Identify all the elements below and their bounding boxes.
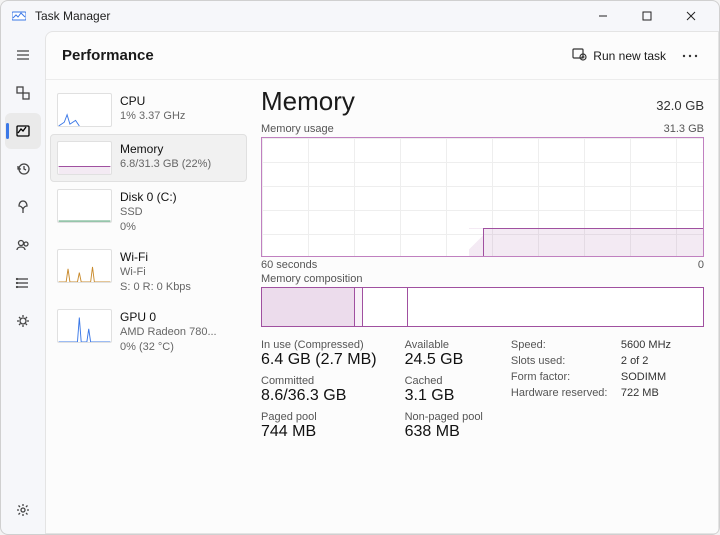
resource-name: Memory (120, 141, 211, 157)
resource-item-disk-0-c-[interactable]: Disk 0 (C:)SSD0% (50, 182, 247, 242)
maximize-button[interactable] (625, 1, 669, 31)
paged-value: 744 MB (261, 423, 377, 441)
resource-name: Disk 0 (C:) (120, 189, 177, 205)
resource-sub1: 6.8/31.3 GB (22%) (120, 157, 211, 172)
resource-meta: GPU 0AMD Radeon 780...0% (32 °C) (120, 309, 217, 355)
window-title: Task Manager (35, 9, 110, 23)
page-header: Performance Run new task (46, 32, 718, 80)
speed-value: 5600 MHz (621, 339, 671, 351)
close-button[interactable] (669, 1, 713, 31)
memory-total: 32.0 GB (656, 98, 704, 113)
resource-sub1: SSD (120, 205, 177, 220)
resource-sub1: Wi-Fi (120, 265, 191, 280)
run-task-icon (571, 46, 587, 65)
resource-name: CPU (120, 93, 185, 109)
resource-meta: Memory6.8/31.3 GB (22%) (120, 141, 211, 175)
resource-thumb (57, 249, 112, 283)
details-icon[interactable] (5, 265, 41, 301)
usage-chart (261, 137, 704, 257)
users-icon[interactable] (5, 227, 41, 263)
paged-label: Paged pool (261, 411, 377, 423)
nonpaged-value: 638 MB (405, 423, 483, 441)
hardware-info: Speed:5600 MHz Slots used:2 of 2 Form fa… (511, 339, 671, 399)
resource-meta: CPU1% 3.37 GHz (120, 93, 185, 127)
performance-icon[interactable] (5, 113, 41, 149)
resource-item-cpu[interactable]: CPU1% 3.37 GHz (50, 86, 247, 134)
slots-value: 2 of 2 (621, 355, 671, 367)
run-new-task-button[interactable]: Run new task (563, 42, 674, 69)
cached-value: 3.1 GB (405, 387, 483, 405)
available-value: 24.5 GB (405, 351, 483, 369)
more-button[interactable] (674, 40, 706, 72)
resource-thumb (57, 141, 112, 175)
main-panel: Performance Run new task CPU1% 3.37 GHz M… (45, 31, 719, 534)
composition-bar (261, 287, 704, 327)
window: Task Manager Performance (0, 0, 720, 535)
titlebar: Task Manager (1, 1, 719, 31)
resource-thumb (57, 309, 112, 343)
settings-icon[interactable] (5, 492, 41, 528)
resource-sub2: 0% (32 °C) (120, 340, 217, 355)
resource-name: Wi-Fi (120, 249, 191, 265)
memory-stats: In use (Compressed)6.4 GB (2.7 MB) Commi… (261, 339, 704, 441)
committed-label: Committed (261, 375, 377, 387)
app-icon (11, 8, 27, 24)
in-use-value: 6.4 GB (2.7 MB) (261, 351, 377, 369)
nonpaged-label: Non-paged pool (405, 411, 483, 423)
minimize-button[interactable] (581, 1, 625, 31)
resource-meta: Disk 0 (C:)SSD0% (120, 189, 177, 235)
resource-list: CPU1% 3.37 GHz Memory6.8/31.3 GB (22%) Dis… (46, 80, 251, 533)
usage-label: Memory usage (261, 123, 334, 135)
resource-sub2: S: 0 R: 0 Kbps (120, 280, 191, 295)
services-icon[interactable] (5, 303, 41, 339)
composition-label: Memory composition (261, 273, 362, 285)
resource-sub1: 1% 3.37 GHz (120, 109, 185, 124)
time-right: 0 (698, 259, 704, 271)
resource-thumb (57, 93, 112, 127)
resource-item-wi-fi[interactable]: Wi-FiWi-FiS: 0 R: 0 Kbps (50, 242, 247, 302)
nav-rail (1, 31, 45, 534)
page-title: Performance (62, 47, 154, 64)
content: CPU1% 3.37 GHzMemory6.8/31.3 GB (22%)Dis… (46, 80, 718, 533)
form-value: SODIMM (621, 371, 671, 383)
committed-value: 8.6/36.3 GB (261, 387, 377, 405)
history-icon[interactable] (5, 151, 41, 187)
detail-title: Memory (261, 86, 355, 117)
detail-pane: Memory 32.0 GB Memory usage 31.3 GB 60 se… (251, 80, 718, 533)
time-left: 60 seconds (261, 259, 317, 271)
menu-icon[interactable] (5, 37, 41, 73)
resource-name: GPU 0 (120, 309, 217, 325)
processes-icon[interactable] (5, 75, 41, 111)
usage-max: 31.3 GB (664, 123, 704, 135)
startup-icon[interactable] (5, 189, 41, 225)
resource-thumb (57, 189, 112, 223)
resource-item-gpu-0[interactable]: GPU 0AMD Radeon 780...0% (32 °C) (50, 302, 247, 362)
in-use-label: In use (Compressed) (261, 339, 377, 351)
resource-item-memory[interactable]: Memory6.8/31.3 GB (22%) (50, 134, 247, 182)
run-task-label: Run new task (593, 49, 666, 63)
cached-label: Cached (405, 375, 483, 387)
resource-meta: Wi-FiWi-FiS: 0 R: 0 Kbps (120, 249, 191, 295)
available-label: Available (405, 339, 483, 351)
resource-sub2: 0% (120, 220, 177, 235)
hwres-value: 722 MB (621, 387, 671, 399)
body: Performance Run new task CPU1% 3.37 GHz M… (1, 31, 719, 534)
resource-sub1: AMD Radeon 780... (120, 325, 217, 340)
